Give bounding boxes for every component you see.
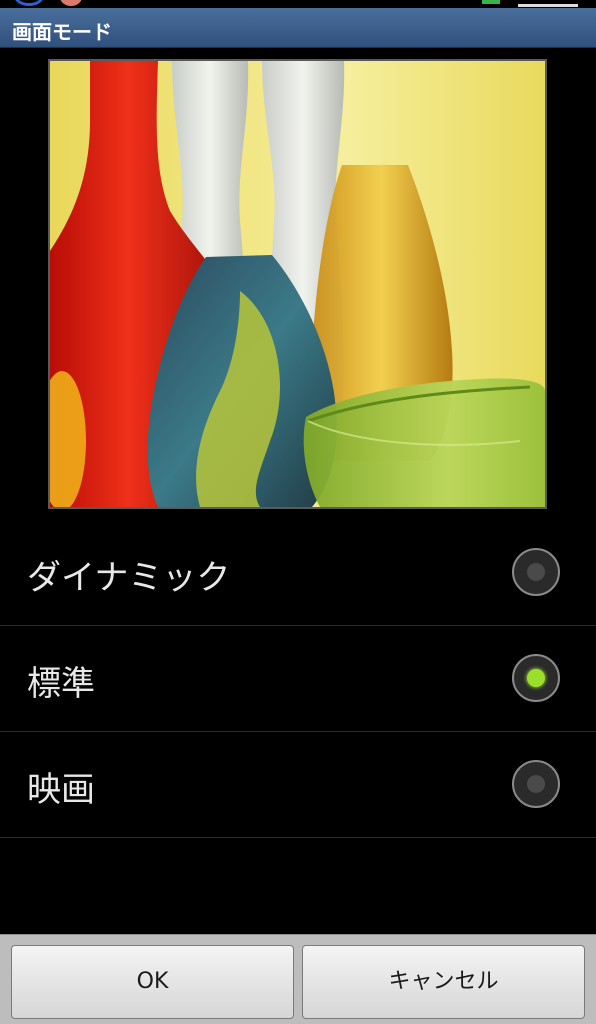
dialog-title: 画面モード <box>12 20 112 44</box>
cancel-button[interactable]: キャンセル <box>302 945 585 1019</box>
mode-label-dynamic: ダイナミック <box>27 558 231 598</box>
notification-icon <box>14 0 44 6</box>
preview-image <box>48 59 547 509</box>
clock <box>518 0 578 7</box>
radio-dynamic[interactable] <box>512 548 560 596</box>
glass-vases-photo <box>50 61 545 507</box>
mode-label-standard: 標準 <box>27 664 95 704</box>
radio-movie[interactable] <box>512 760 560 808</box>
ok-button[interactable]: OK <box>11 945 294 1019</box>
mode-option-standard[interactable]: 標準 <box>0 626 596 732</box>
dialog-title-bar: 画面モード <box>0 8 596 48</box>
mode-label-movie: 映画 <box>27 770 95 810</box>
dialog-button-bar: OK キャンセル <box>0 934 596 1024</box>
radio-standard[interactable] <box>512 654 560 702</box>
mode-option-dynamic[interactable]: ダイナミック <box>0 520 596 626</box>
battery-icon <box>482 0 500 4</box>
status-bar <box>0 0 596 8</box>
mode-option-movie[interactable]: 映画 <box>0 732 596 838</box>
notification-icon-2 <box>60 0 82 6</box>
